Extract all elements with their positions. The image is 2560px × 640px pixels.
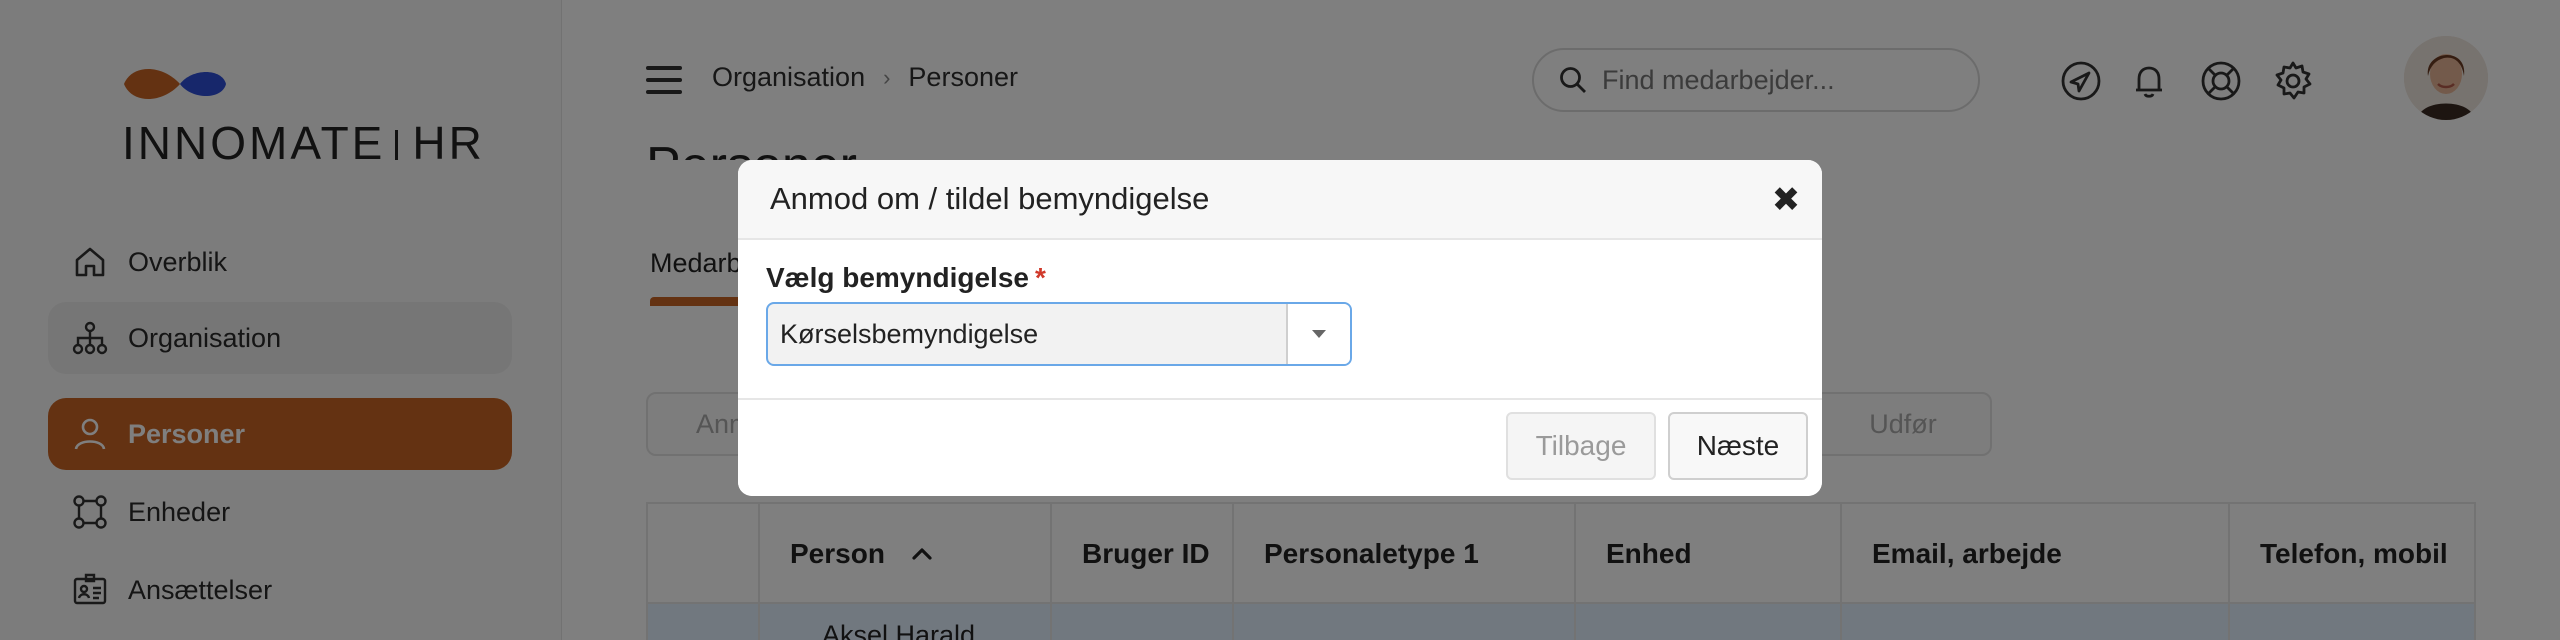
select-value: Kørselsbemyndigelse [780,318,1039,349]
dialog-footer: Tilbage Næste [738,400,1822,496]
dialog-body: Vælg bemyndigelse * Kørselsbemyndigelse [738,240,1822,400]
field-label: Vælg bemyndigelse * [766,262,1046,294]
required-marker: * [1034,262,1046,293]
authorization-select[interactable]: Kørselsbemyndigelse [766,302,1352,366]
field-label-text: Vælg bemyndigelse [766,262,1029,293]
close-icon[interactable]: ✖ [1768,181,1804,219]
dialog-header: Anmod om / tildel bemyndigelse ✖ [738,160,1822,240]
next-button[interactable]: Næste [1668,412,1808,480]
dialog-title: Anmod om / tildel bemyndigelse [770,181,1210,216]
chevron-down-icon[interactable] [1286,304,1350,364]
back-button[interactable]: Tilbage [1506,412,1656,480]
authorization-dialog: Anmod om / tildel bemyndigelse ✖ Vælg be… [738,160,1822,496]
